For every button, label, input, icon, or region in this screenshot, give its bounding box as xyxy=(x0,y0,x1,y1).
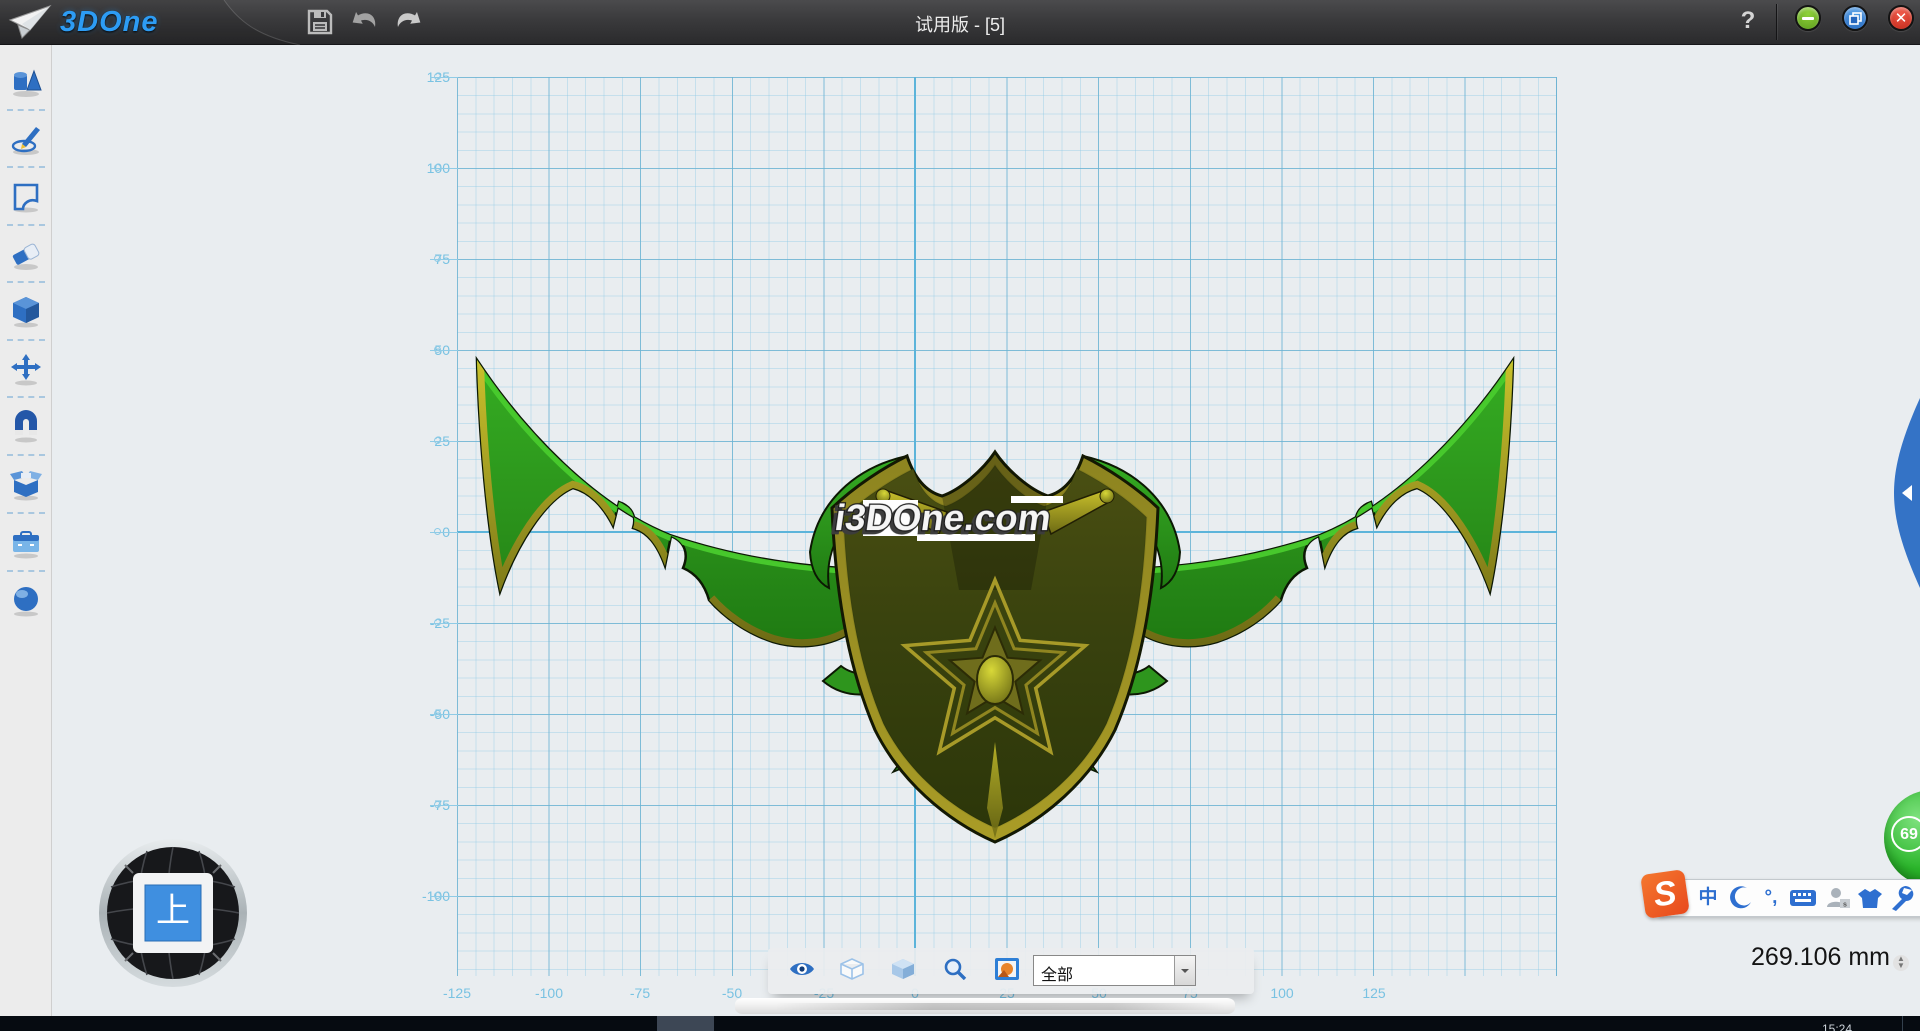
model-winged-shield[interactable]: i3DOne.com xyxy=(455,340,1535,860)
minimize-button[interactable] xyxy=(1795,5,1821,31)
toolbar-separator xyxy=(7,339,45,341)
axis-tick xyxy=(430,714,458,715)
primitives-icon[interactable] xyxy=(9,65,43,99)
taskbar-app-button[interactable] xyxy=(657,1016,714,1031)
wireframe-cube-icon[interactable] xyxy=(839,958,865,980)
display-filter-dropdown[interactable]: 全部 xyxy=(1033,955,1196,986)
viewport-canvas[interactable]: 125 100 75 50 25 0 -25 -50 -75 -100 -125… xyxy=(52,45,1920,1016)
toolbar-separator xyxy=(7,454,45,456)
close-button[interactable]: ✕ xyxy=(1888,5,1914,31)
surface-icon[interactable] xyxy=(9,179,43,213)
help-button[interactable]: ? xyxy=(1733,6,1763,36)
svg-text:s: s xyxy=(1843,902,1847,909)
material-icon[interactable] xyxy=(9,583,43,617)
render-image-icon[interactable] xyxy=(994,958,1020,980)
undo-icon[interactable] xyxy=(350,7,380,37)
save-icon[interactable] xyxy=(305,7,335,37)
close-icon: ✕ xyxy=(1895,11,1908,26)
display-filter-value: 全部 xyxy=(1034,956,1174,985)
left-toolbar xyxy=(0,45,52,1031)
title-bar: 3DOne 试用版 - [5] ? ✕ xyxy=(0,0,1920,45)
axis-label: -100 xyxy=(519,985,579,1001)
skin-icon[interactable] xyxy=(1856,885,1884,911)
gem xyxy=(977,656,1013,704)
axis-tick xyxy=(430,77,458,78)
toolbar-separator xyxy=(7,224,45,226)
toolbar-separator xyxy=(7,570,45,572)
toolbox-icon[interactable] xyxy=(9,525,43,559)
ground-plane-edge xyxy=(735,998,1235,1014)
redo-icon[interactable] xyxy=(393,7,423,37)
move-icon[interactable] xyxy=(9,352,43,386)
axis-tick xyxy=(430,350,458,351)
restore-icon xyxy=(1849,12,1862,25)
axis-tick xyxy=(430,168,458,169)
taskbar-divider xyxy=(1902,1016,1903,1031)
paper-plane-icon xyxy=(8,4,52,40)
shaded-cube-icon[interactable] xyxy=(890,958,916,980)
toolbar-separator xyxy=(7,512,45,514)
measurement-readout: 269.106 mm xyxy=(1640,943,1890,972)
sketch-edit-icon[interactable] xyxy=(9,237,43,271)
zoom-magnifier-icon[interactable] xyxy=(942,958,968,980)
window-title: 试用版 - [5] xyxy=(760,11,1160,37)
taskbar-clock: 15:24 xyxy=(1822,1022,1852,1031)
axis-tick xyxy=(430,805,458,806)
toolbar-separator xyxy=(7,281,45,283)
keyboard-icon[interactable] xyxy=(1789,885,1817,911)
feature-icon[interactable] xyxy=(9,294,43,328)
titlebar-divider xyxy=(1776,4,1777,40)
wrench-icon[interactable] xyxy=(1888,885,1916,911)
ime-mode-chinese[interactable]: 中 xyxy=(1694,885,1722,911)
logo-text: 3DOne xyxy=(60,6,158,39)
chevron-down-icon[interactable] xyxy=(1174,956,1195,985)
account-icon[interactable]: s xyxy=(1824,885,1852,911)
axis-tick xyxy=(430,896,458,897)
moon-icon[interactable] xyxy=(1727,885,1755,911)
axis-tick xyxy=(430,259,458,260)
toolbar-separator xyxy=(7,166,45,168)
axis-label: -75 xyxy=(610,985,670,1001)
axis-tick xyxy=(430,532,458,533)
unit-spinner[interactable]: ▲▼ xyxy=(1893,955,1909,971)
collapse-panel-handle[interactable] xyxy=(1894,398,1920,588)
app-logo: 3DOne xyxy=(8,4,158,40)
sketch-icon[interactable] xyxy=(9,122,43,156)
badge-value: 69 xyxy=(1891,816,1920,852)
view-cube[interactable]: 上 xyxy=(97,837,249,989)
axis-label: 100 xyxy=(1252,985,1312,1001)
toolbar-separator xyxy=(7,396,45,398)
combine-icon[interactable] xyxy=(9,467,43,501)
application-window: 3DOne 试用版 - [5] ? ✕ xyxy=(0,0,1920,1031)
restore-button[interactable] xyxy=(1842,5,1868,31)
axis-tick xyxy=(430,441,458,442)
visibility-eye-icon[interactable] xyxy=(789,958,815,980)
watermark: i3DOne.com xyxy=(832,496,1063,541)
svg-text:i3DOne.com: i3DOne.com xyxy=(832,496,1054,538)
minimize-icon xyxy=(1802,17,1814,20)
view-cube-face-label[interactable]: 上 xyxy=(147,885,199,937)
ime-punctuation[interactable]: °, xyxy=(1757,885,1785,911)
axis-label: -125 xyxy=(427,985,487,1001)
axis-label: 125 xyxy=(1344,985,1404,1001)
ime-logo[interactable]: S xyxy=(1640,869,1690,919)
os-taskbar[interactable]: 15:24 xyxy=(0,1016,1920,1031)
magnet-icon[interactable] xyxy=(9,409,43,443)
toolbar-separator xyxy=(7,109,45,111)
axis-tick xyxy=(430,623,458,624)
